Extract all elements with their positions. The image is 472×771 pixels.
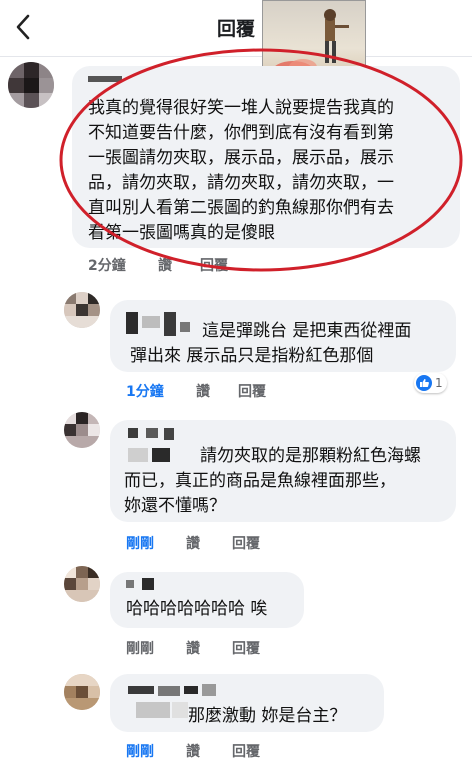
reply-link[interactable]: 回覆 [238,381,266,401]
reply-actions: 剛剛 讚 回覆 [126,638,446,658]
reply-link[interactable]: 回覆 [232,638,260,658]
reply-link[interactable]: 回覆 [200,255,228,275]
reply-time: 1分鐘 [126,384,164,400]
like-reaction-icon [416,375,432,391]
like-link[interactable]: 讚 [196,381,210,401]
avatar[interactable] [64,412,100,448]
reply-text: 這是彈跳台 是把東西從裡面 彈出來 展示品只是指粉紅色那個 [130,321,412,366]
like-link[interactable]: 讚 [186,638,200,658]
reply-time: 剛剛 [126,641,154,657]
reply-actions: 剛剛 讚 回覆 [126,741,446,761]
commenter-name-redacted [124,578,164,592]
avatar[interactable] [64,674,100,710]
like-link[interactable]: 讚 [158,255,172,275]
page-title: 回覆 [216,18,255,40]
like-link[interactable]: 讚 [186,741,200,761]
avatar[interactable] [64,292,100,328]
reply-actions: 剛剛 讚 回覆 [126,533,446,553]
reaction-count-badge[interactable]: 1 [414,373,447,393]
reply-text: 那麼激動 妳是台主？ [188,706,347,726]
reaction-count: 1 [435,376,443,390]
reply-text: 請勿夾取的是那顆粉紅色海螺 而已，真正的商品是魚線裡面那些， 妳還不懂嗎？ [124,446,421,516]
like-link[interactable]: 讚 [186,533,200,553]
comment-text: 我真的覺得很好笑一堆人說要提告我真的 不知道要告什麼，你們到底有沒有看到第 一張… [88,98,394,243]
comment-actions: 2分鐘 讚 回覆 [88,255,388,275]
comment-time: 2分鐘 [88,258,126,274]
reply-link[interactable]: 回覆 [232,533,260,553]
top-bar: 回覆 [0,0,472,57]
reply-link[interactable]: 回覆 [232,741,260,761]
reply-time: 剛剛 [126,744,154,760]
avatar[interactable] [8,62,54,108]
avatar[interactable] [64,566,100,602]
commenter-name-redacted [88,76,122,82]
reply-text: 哈哈哈哈哈哈哈 唉 [126,599,268,619]
reply-actions: 1分鐘 讚 回覆 [126,381,446,401]
reply-time: 剛剛 [126,536,154,552]
